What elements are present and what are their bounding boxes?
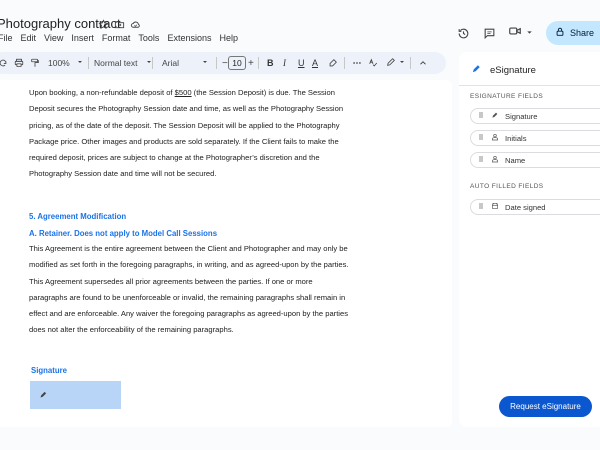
auto-filled-fields-label: AUTO FILLED FIELDS [470, 183, 544, 190]
paragraph-modification[interactable]: This Agreement is the entire agreement b… [29, 241, 349, 339]
decrease-font-size-button[interactable]: − [222, 52, 228, 74]
font-size-field[interactable]: 10 [228, 52, 246, 74]
drag-handle-icon [477, 111, 485, 121]
meet-button[interactable] [508, 24, 534, 43]
initials-icon [491, 133, 499, 143]
field-date-signed[interactable]: Date signed [470, 199, 600, 215]
menu-tools[interactable]: Tools [138, 33, 159, 43]
formatting-toolbar: 100% Normal text Arial − 10 + B I U A [0, 52, 446, 74]
font-size-value: 10 [228, 56, 246, 70]
menu-view[interactable]: View [44, 33, 63, 43]
toolbar-divider [216, 57, 217, 69]
font-select[interactable]: Arial [162, 52, 209, 74]
esignature-fields-label: ESIGNATURE FIELDS [470, 93, 544, 100]
highlight-icon[interactable] [328, 52, 338, 74]
field-signature[interactable]: Signature [470, 108, 600, 124]
menu-help[interactable]: Help [219, 33, 238, 43]
zoom-value: 100% [48, 58, 70, 68]
style-value: Normal text [94, 58, 138, 68]
panel-header: eSignature [471, 63, 536, 77]
esignature-panel: eSignature ESIGNATURE FIELDS Signature I… [459, 52, 600, 427]
video-camera-icon [508, 24, 522, 43]
document-page[interactable]: Upon booking, a non-refundable deposit o… [0, 80, 452, 427]
style-select[interactable]: Normal text [94, 52, 153, 74]
comment-icon[interactable] [482, 26, 496, 40]
bold-button[interactable]: B [267, 52, 274, 74]
italic-button[interactable]: I [283, 52, 286, 74]
pencil-icon [386, 57, 396, 69]
chevron-down-icon [522, 24, 534, 42]
field-label: Signature [505, 111, 538, 121]
font-value: Arial [162, 58, 180, 68]
esignature-pen-icon [471, 63, 482, 77]
menu-insert[interactable]: Insert [71, 33, 94, 43]
deposit-amount: $500 [174, 88, 192, 97]
underline-button[interactable]: U [298, 52, 305, 74]
section-heading[interactable]: 5. Agreement Modification [29, 212, 126, 221]
toolbar-divider [410, 57, 411, 69]
toolbar-divider [258, 57, 259, 69]
more-icon[interactable] [352, 52, 362, 74]
menu-bar: File Edit View Insert Format Tools Exten… [0, 33, 238, 43]
chevron-down-icon [179, 58, 209, 68]
history-icon[interactable] [456, 26, 470, 40]
text-color-button[interactable]: A [312, 52, 318, 74]
underline-icon: U [298, 58, 305, 68]
header-actions: Share [456, 21, 600, 45]
paint-format-icon[interactable] [30, 52, 40, 74]
subsection-heading[interactable]: A. Retainer. Does not apply to Model Cal… [29, 229, 217, 238]
signature-field[interactable] [30, 381, 121, 409]
field-name[interactable]: Name [470, 152, 600, 168]
field-initials[interactable]: Initials [470, 130, 600, 146]
menu-edit[interactable]: Edit [21, 33, 37, 43]
bold-icon: B [267, 58, 274, 68]
signature-pen-icon [491, 111, 499, 121]
calendar-icon [491, 202, 499, 212]
menu-format[interactable]: Format [102, 33, 131, 43]
chevron-up-icon[interactable] [418, 52, 428, 74]
request-esignature-button[interactable]: Request eSignature [499, 396, 592, 417]
field-label: Initials [505, 133, 527, 143]
chevron-down-icon [70, 58, 84, 68]
increase-font-size-button[interactable]: + [248, 52, 254, 74]
bottom-strip [0, 431, 600, 450]
panel-divider [459, 85, 600, 86]
menu-extensions[interactable]: Extensions [167, 33, 211, 43]
lock-icon [555, 27, 565, 39]
menu-file[interactable]: File [0, 33, 13, 43]
editing-mode-button[interactable] [386, 52, 406, 74]
print-icon[interactable] [14, 52, 24, 74]
redo-icon[interactable] [0, 52, 8, 74]
title-bar: Photography contract File Edit View Inse… [0, 0, 600, 52]
toolbar-divider [344, 57, 345, 69]
field-label: Date signed [505, 202, 546, 212]
share-button[interactable]: Share [546, 21, 600, 45]
zoom-select[interactable]: 100% [48, 52, 84, 74]
drag-handle-icon [477, 155, 485, 165]
italic-icon: I [283, 58, 286, 68]
person-icon [491, 155, 499, 165]
drag-handle-icon [477, 202, 485, 212]
text-color-icon: A [312, 58, 319, 68]
toolbar-divider [152, 57, 153, 69]
paragraph-deposit[interactable]: Upon booking, a non-refundable deposit o… [29, 85, 349, 183]
chevron-down-icon [396, 58, 406, 68]
signature-pen-icon [39, 386, 48, 404]
toolbar-divider [88, 57, 89, 69]
panel-title: eSignature [490, 64, 536, 76]
signature-label: Signature [31, 366, 67, 375]
share-label: Share [570, 28, 595, 38]
spellcheck-icon[interactable] [368, 52, 378, 74]
field-label: Name [505, 155, 526, 165]
drag-handle-icon [477, 133, 485, 143]
